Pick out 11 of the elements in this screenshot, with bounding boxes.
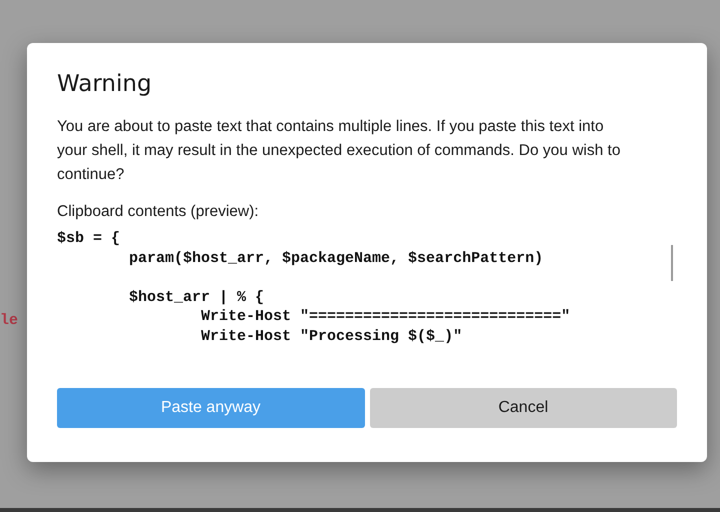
code-line: Write-Host "Processing $($_)" xyxy=(200,326,462,346)
code-line: param($host_arr, $packageName, $searchPattern) xyxy=(128,248,544,268)
code-line: $host_arr | % { xyxy=(128,288,264,307)
cancel-button[interactable]: Cancel xyxy=(370,388,677,428)
preview-label: Clipboard contents (preview): xyxy=(57,202,260,222)
code-line: Write-Host "============================" xyxy=(200,307,570,326)
warning-message: You are about to paste text that contains multiple lines. If you paste this text into your shell, it may result in the unexpected execution of commands. Do you wish to continue? xyxy=(57,117,622,185)
code-line: $sb = { xyxy=(57,229,120,248)
background-text: le xyxy=(0,312,18,329)
scrollbar xyxy=(671,245,673,281)
dialog-title: Warning xyxy=(57,70,153,99)
